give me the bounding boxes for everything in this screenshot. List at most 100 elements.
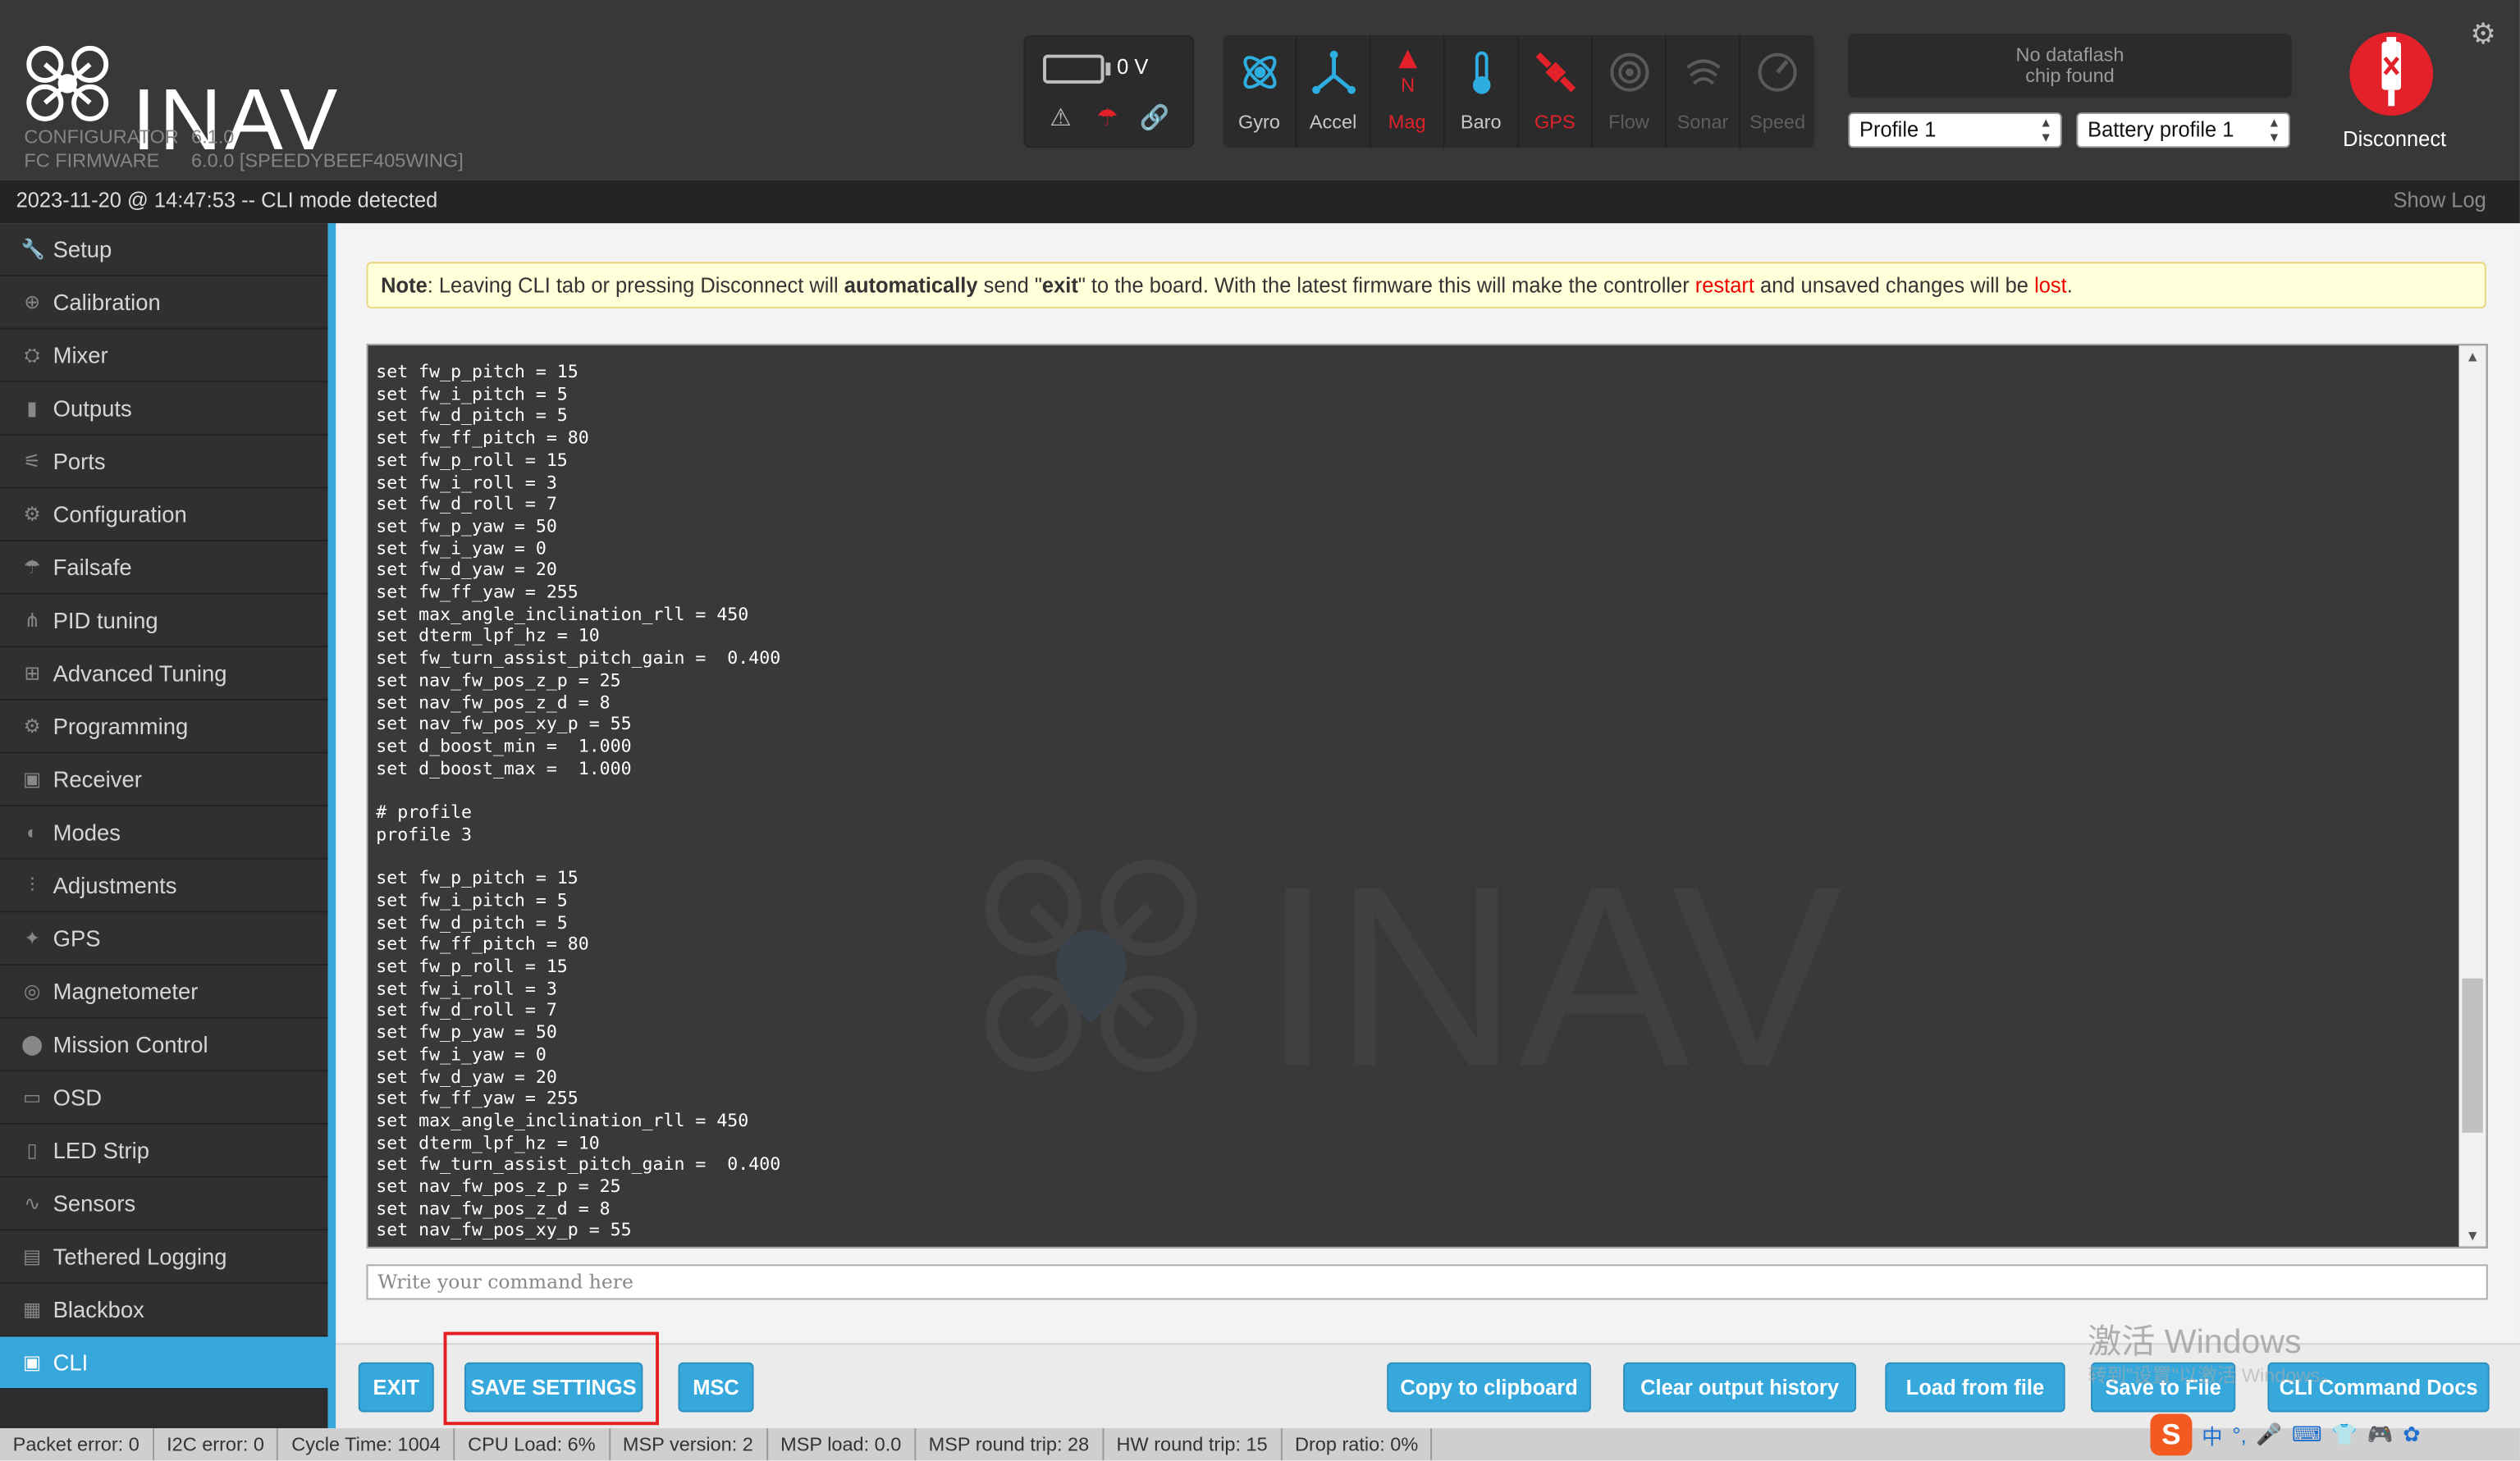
- sidebar-item-led-strip[interactable]: ▯ LED Strip: [0, 1124, 328, 1178]
- sidebar-item-calibration[interactable]: ⊕ Calibration: [0, 276, 328, 330]
- ime-language-indicator[interactable]: 中: [2202, 1419, 2222, 1450]
- inav-logo: INAV: [22, 42, 337, 164]
- log-icon: ▤: [23, 1244, 42, 1268]
- sensor-sonar: Sonar: [1667, 35, 1741, 148]
- scroll-thumb[interactable]: [2462, 978, 2483, 1133]
- exit-button[interactable]: EXIT: [358, 1362, 434, 1413]
- tray-settings-icon[interactable]: ✿: [2403, 1422, 2420, 1447]
- cli-output[interactable]: INAV set fw_p_pitch = 15 set fw_i_pitch …: [366, 344, 2488, 1249]
- cpu-load: CPU Load: 6%: [455, 1428, 611, 1461]
- battery-profile-select[interactable]: Battery profile 1 ▲ ▼: [2076, 112, 2290, 148]
- disconnect-button[interactable]: Disconnect: [2330, 29, 2459, 158]
- failsafe-icon: ☂: [1096, 104, 1118, 132]
- firmware-version: FC FIRMWARE 6.0.0 [SPEEDYBEEF405WING]: [24, 149, 464, 172]
- baro-icon: [1472, 51, 1491, 94]
- cli-note: Note: Leaving CLI tab or pressing Discon…: [366, 262, 2486, 309]
- parachute-icon: ☂: [23, 555, 41, 579]
- select-arrows-icon: ▲ ▼: [2039, 116, 2053, 145]
- flow-icon: [1610, 53, 1649, 92]
- mixer-icon: ⛭: [24, 344, 40, 367]
- sidebar-item-sensors[interactable]: ∿ Sensors: [0, 1177, 328, 1231]
- pid-icon: ⋔: [24, 609, 41, 632]
- sidebar-item-ports[interactable]: ⚟ Ports: [0, 435, 328, 489]
- log-bar: 2023-11-20 @ 14:47:53 -- CLI mode detect…: [0, 180, 2520, 224]
- sidebar-item-mission-control[interactable]: ⬤ Mission Control: [0, 1018, 328, 1072]
- cli-tab: Note: Leaving CLI tab or pressing Discon…: [336, 223, 2520, 1429]
- sogou-ime-icon[interactable]: S: [2150, 1413, 2193, 1456]
- show-log-link[interactable]: Show Log: [2394, 188, 2486, 212]
- tray-keyboard-icon[interactable]: ⌨: [2292, 1422, 2322, 1447]
- warning-icon: ⚠: [1050, 104, 1072, 132]
- sidebar-item-label: Magnetometer: [53, 978, 199, 1005]
- windows-activation-subtext: 转到"设置"以激活 Windows。: [2088, 1363, 2339, 1387]
- sidebar-item-label: OSD: [53, 1084, 103, 1111]
- i2c-error: I2C error: 0: [153, 1428, 279, 1461]
- sidebar-item-label: Outputs: [53, 395, 132, 422]
- sidebar-item-receiver[interactable]: ▣ Receiver: [0, 753, 328, 807]
- load-from-file-button[interactable]: Load from file: [1885, 1362, 2065, 1413]
- copy-to-clipboard-button[interactable]: Copy to clipboard: [1387, 1362, 1591, 1413]
- sidebar-item-label: Receiver: [53, 766, 142, 792]
- inav-watermark-icon: INAV: [985, 859, 1844, 1084]
- scroll-up-icon[interactable]: ▲: [2465, 349, 2479, 365]
- sliders-icon: ⫶: [30, 874, 35, 897]
- tray-game-icon[interactable]: 🎮: [2367, 1422, 2394, 1447]
- sidebar-item-osd[interactable]: ▭ OSD: [0, 1071, 328, 1125]
- select-arrows-icon: ▲ ▼: [2267, 116, 2281, 145]
- profile-select[interactable]: Profile 1 ▲ ▼: [1848, 112, 2062, 148]
- console-scrollbar[interactable]: ▲ ▼: [2458, 345, 2486, 1247]
- sidebar-item-pid-tuning[interactable]: ⋔ PID tuning: [0, 594, 328, 648]
- sidebar-item-adjustments[interactable]: ⫶ Adjustments: [0, 859, 328, 913]
- tray-skin-icon[interactable]: 👕: [2331, 1422, 2358, 1447]
- battery-icon: [1043, 54, 1111, 84]
- settings-gear-icon[interactable]: ⚙: [2470, 18, 2496, 52]
- msc-button[interactable]: MSC: [678, 1362, 754, 1413]
- gear-icon: ⚙: [23, 503, 41, 526]
- sidebar-item-label: Advanced Tuning: [53, 660, 227, 687]
- sensor-flow: Flow: [1593, 35, 1667, 148]
- sensor-baro: Baro: [1445, 35, 1519, 148]
- msp-round-trip: MSP round trip: 28: [916, 1428, 1104, 1461]
- tray-punctuation-icon[interactable]: °,: [2232, 1422, 2246, 1446]
- satellite-icon: ✦: [24, 927, 41, 950]
- sidebar-item-setup[interactable]: 🔧 Setup: [0, 223, 328, 276]
- clear-output-history-button[interactable]: Clear output history: [1623, 1362, 1857, 1413]
- cycle-time: Cycle Time: 1004: [279, 1428, 455, 1461]
- system-tray: S 中 °, 🎤 ⌨ 👕 🎮 ✿: [2150, 1409, 2519, 1461]
- sidebar-item-magnetometer[interactable]: ◎ Magnetometer: [0, 966, 328, 1019]
- sensor-label: Mag: [1388, 111, 1426, 134]
- sidebar-item-mixer[interactable]: ⛭ Mixer: [0, 329, 328, 383]
- sidebar-edge: [327, 223, 336, 1429]
- sidebar-item-failsafe[interactable]: ☂ Failsafe: [0, 541, 328, 595]
- sidebar-item-label: CLI: [53, 1349, 89, 1376]
- sensor-status-bar: Gyro Accel N Mag Baro GPS Flow Sonar Speed: [1223, 35, 1815, 148]
- sidebar-item-modes[interactable]: ◐ Modes: [0, 806, 328, 860]
- sidebar-item-configuration[interactable]: ⚙ Configuration: [0, 488, 328, 542]
- configurator-version: CONFIGURATOR 6.1.0: [24, 125, 235, 148]
- usb-disconnect-icon: [2349, 32, 2434, 116]
- svg-text:N: N: [1401, 75, 1415, 96]
- sidebar-item-label: LED Strip: [53, 1137, 149, 1163]
- sensor-speed: Speed: [1740, 35, 1814, 148]
- blackbox-icon: ▦: [23, 1298, 42, 1321]
- pulse-icon: ∿: [24, 1192, 41, 1215]
- scroll-down-icon[interactable]: ▼: [2465, 1227, 2479, 1244]
- sidebar-item-label: Calibration: [53, 289, 161, 315]
- receiver-icon: ▣: [23, 768, 42, 791]
- sidebar-item-blackbox[interactable]: ▦ Blackbox: [0, 1283, 328, 1337]
- sonar-icon: [1686, 59, 1721, 85]
- save-settings-highlight: [443, 1331, 659, 1426]
- sidebar-item-label: PID tuning: [53, 607, 158, 633]
- sidebar-item-cli[interactable]: ▣ CLI: [0, 1336, 328, 1390]
- sidebar-item-programming[interactable]: ⚙ Programming: [0, 700, 328, 754]
- tray-microphone-icon[interactable]: 🎤: [2256, 1422, 2282, 1447]
- sidebar-item-advanced-tuning[interactable]: ⊞ Advanced Tuning: [0, 647, 328, 701]
- sidebar-item-gps[interactable]: ✦ GPS: [0, 912, 328, 966]
- sidebar-item-label: Programming: [53, 713, 189, 739]
- cli-command-input[interactable]: Write your command here: [366, 1264, 2488, 1300]
- msp-version: MSP version: 2: [610, 1428, 768, 1461]
- sidebar-item-tethered-logging[interactable]: ▤ Tethered Logging: [0, 1230, 328, 1284]
- sensor-label: Speed: [1749, 111, 1806, 134]
- drop-ratio: Drop ratio: 0%: [1282, 1428, 1433, 1461]
- sidebar-item-outputs[interactable]: ▮ Outputs: [0, 382, 328, 436]
